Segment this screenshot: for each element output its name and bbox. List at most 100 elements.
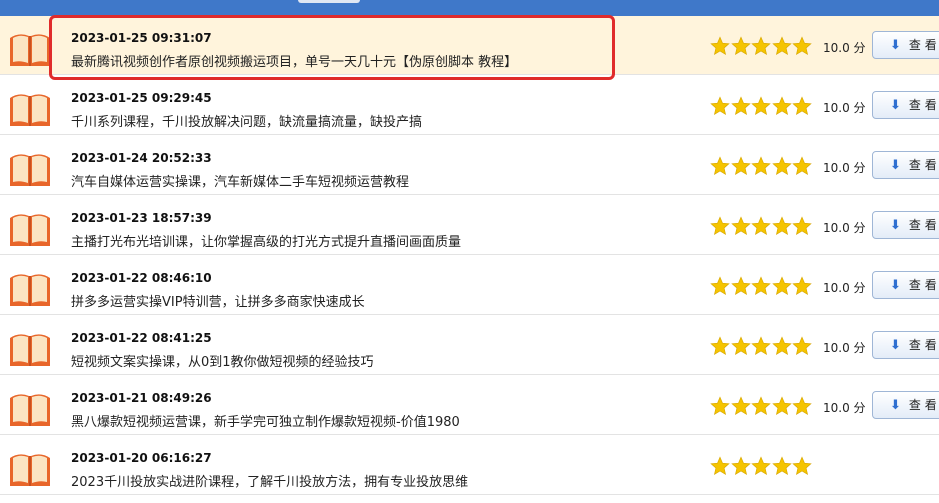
item-date: 2023-01-25 09:29:45 xyxy=(71,91,212,105)
rating-score: 10.0 分 xyxy=(823,221,866,235)
list-item[interactable]: 2023-01-22 08:46:10 拼多多运营实操VIP特训营，让拼多多商家快… xyxy=(0,256,939,315)
rating-score: 10.0 分 xyxy=(823,101,866,115)
star-icon xyxy=(792,216,812,236)
list-item[interactable]: 2023-01-25 09:31:07 最新腾讯视频创作者原创视频搬运项目，单号一… xyxy=(0,16,939,75)
view-button-label: 查 看 xyxy=(908,158,937,172)
star-icon xyxy=(751,456,771,476)
item-title-link[interactable]: 最新腾讯视频创作者原创视频搬运项目，单号一天几十元【伪原创脚本 教程】 xyxy=(71,51,517,70)
rating-score: 10.0 分 xyxy=(823,281,866,295)
open-book-icon xyxy=(9,452,51,488)
view-button-label: 查 看 xyxy=(908,278,937,292)
view-button-label: 查 看 xyxy=(908,38,937,52)
item-date: 2023-01-25 09:31:07 xyxy=(71,31,212,45)
rating-stars xyxy=(710,336,813,358)
star-icon xyxy=(792,96,812,116)
star-icon xyxy=(710,156,730,176)
star-icon xyxy=(792,456,812,476)
item-title-link[interactable]: 千川系列课程，千川投放解决问题，缺流量搞流量，缺投产搞 xyxy=(71,111,422,130)
view-button[interactable]: ⬇ 查 看 xyxy=(872,271,939,299)
view-button-label: 查 看 xyxy=(908,98,937,112)
view-button[interactable]: ⬇ 查 看 xyxy=(872,151,939,179)
star-icon xyxy=(771,396,792,416)
star-icon xyxy=(710,36,730,56)
star-icon xyxy=(710,396,730,416)
open-book-icon xyxy=(9,32,51,68)
open-book-icon xyxy=(9,152,51,188)
download-arrow-icon: ⬇ xyxy=(890,38,901,53)
star-icon xyxy=(730,216,751,236)
star-icon xyxy=(771,336,792,356)
rating-stars xyxy=(710,456,813,478)
rating-score: 10.0 分 xyxy=(823,401,866,415)
list-item[interactable]: 2023-01-23 18:57:39 主播打光布光培训课，让你掌握高级的打光方式… xyxy=(0,196,939,255)
star-icon xyxy=(792,336,812,356)
top-tab[interactable] xyxy=(298,0,360,3)
view-button-label: 查 看 xyxy=(908,398,937,412)
item-title-link[interactable]: 短视频文案实操课，从0到1教你做短视频的经验技巧 xyxy=(71,351,374,370)
star-icon xyxy=(751,96,771,116)
rating-score: 10.0 分 xyxy=(823,161,866,175)
rating-score: 10.0 分 xyxy=(823,41,866,55)
view-button-label: 查 看 xyxy=(908,218,937,232)
star-icon xyxy=(730,336,751,356)
star-icon xyxy=(751,336,771,356)
rating-stars xyxy=(710,156,813,178)
star-icon xyxy=(771,36,792,56)
view-button[interactable]: ⬇ 查 看 xyxy=(872,331,939,359)
download-arrow-icon: ⬇ xyxy=(890,398,901,413)
star-icon xyxy=(710,96,730,116)
download-arrow-icon: ⬇ xyxy=(890,338,901,353)
download-arrow-icon: ⬇ xyxy=(890,98,901,113)
open-book-icon xyxy=(9,332,51,368)
view-button[interactable]: ⬇ 查 看 xyxy=(872,391,939,419)
list-item[interactable]: 2023-01-22 08:41:25 短视频文案实操课，从0到1教你做短视频的经… xyxy=(0,316,939,375)
item-date: 2023-01-22 08:41:25 xyxy=(71,331,212,345)
view-button[interactable]: ⬇ 查 看 xyxy=(872,91,939,119)
rating-stars xyxy=(710,216,813,238)
star-icon xyxy=(730,156,751,176)
star-icon xyxy=(730,456,751,476)
rating-stars xyxy=(710,276,813,298)
item-title-link[interactable]: 拼多多运营实操VIP特训营，让拼多多商家快速成长 xyxy=(71,291,365,310)
star-icon xyxy=(751,396,771,416)
item-title-link[interactable]: 主播打光布光培训课，让你掌握高级的打光方式提升直播间画面质量 xyxy=(71,231,461,250)
open-book-icon xyxy=(9,212,51,248)
download-arrow-icon: ⬇ xyxy=(890,218,901,233)
star-icon xyxy=(771,276,792,296)
rating-score: 10.0 分 xyxy=(823,341,866,355)
star-icon xyxy=(730,396,751,416)
star-icon xyxy=(792,396,812,416)
star-icon xyxy=(792,36,812,56)
list-item[interactable]: 2023-01-24 20:52:33 汽车自媒体运营实操课，汽车新媒体二手车短视… xyxy=(0,136,939,195)
item-title-link[interactable]: 汽车自媒体运营实操课，汽车新媒体二手车短视频运营教程 xyxy=(71,171,409,190)
item-date: 2023-01-23 18:57:39 xyxy=(71,211,212,225)
star-icon xyxy=(792,276,812,296)
open-book-icon xyxy=(9,92,51,128)
item-date: 2023-01-21 08:49:26 xyxy=(71,391,212,405)
item-date: 2023-01-24 20:52:33 xyxy=(71,151,212,165)
list-item[interactable]: 2023-01-25 09:29:45 千川系列课程，千川投放解决问题，缺流量搞流… xyxy=(0,76,939,135)
download-arrow-icon: ⬇ xyxy=(890,278,901,293)
star-icon xyxy=(792,156,812,176)
list-item[interactable]: 2023-01-21 08:49:26 黑八爆款短视频运营课，新手学完可独立制作爆… xyxy=(0,376,939,435)
view-button[interactable]: ⬇ 查 看 xyxy=(872,31,939,59)
item-title-link[interactable]: 2023千川投放实战进阶课程，了解千川投放方法，拥有专业投放思维 xyxy=(71,471,468,490)
rating-stars xyxy=(710,396,813,418)
star-icon xyxy=(751,276,771,296)
star-icon xyxy=(751,36,771,56)
star-icon xyxy=(710,456,730,476)
star-icon xyxy=(730,36,751,56)
star-icon xyxy=(771,96,792,116)
view-button[interactable]: ⬇ 查 看 xyxy=(872,211,939,239)
rating-stars xyxy=(710,36,813,58)
star-icon xyxy=(771,156,792,176)
top-bar xyxy=(0,0,939,16)
view-button-label: 查 看 xyxy=(908,338,937,352)
star-icon xyxy=(730,276,751,296)
star-icon xyxy=(751,216,771,236)
item-date: 2023-01-22 08:46:10 xyxy=(71,271,212,285)
item-title-link[interactable]: 黑八爆款短视频运营课，新手学完可独立制作爆款短视频-价值1980 xyxy=(71,411,460,430)
star-icon xyxy=(710,276,730,296)
list-item[interactable]: 2023-01-20 06:16:27 2023千川投放实战进阶课程，了解千川投放… xyxy=(0,436,939,495)
star-icon xyxy=(771,456,792,476)
